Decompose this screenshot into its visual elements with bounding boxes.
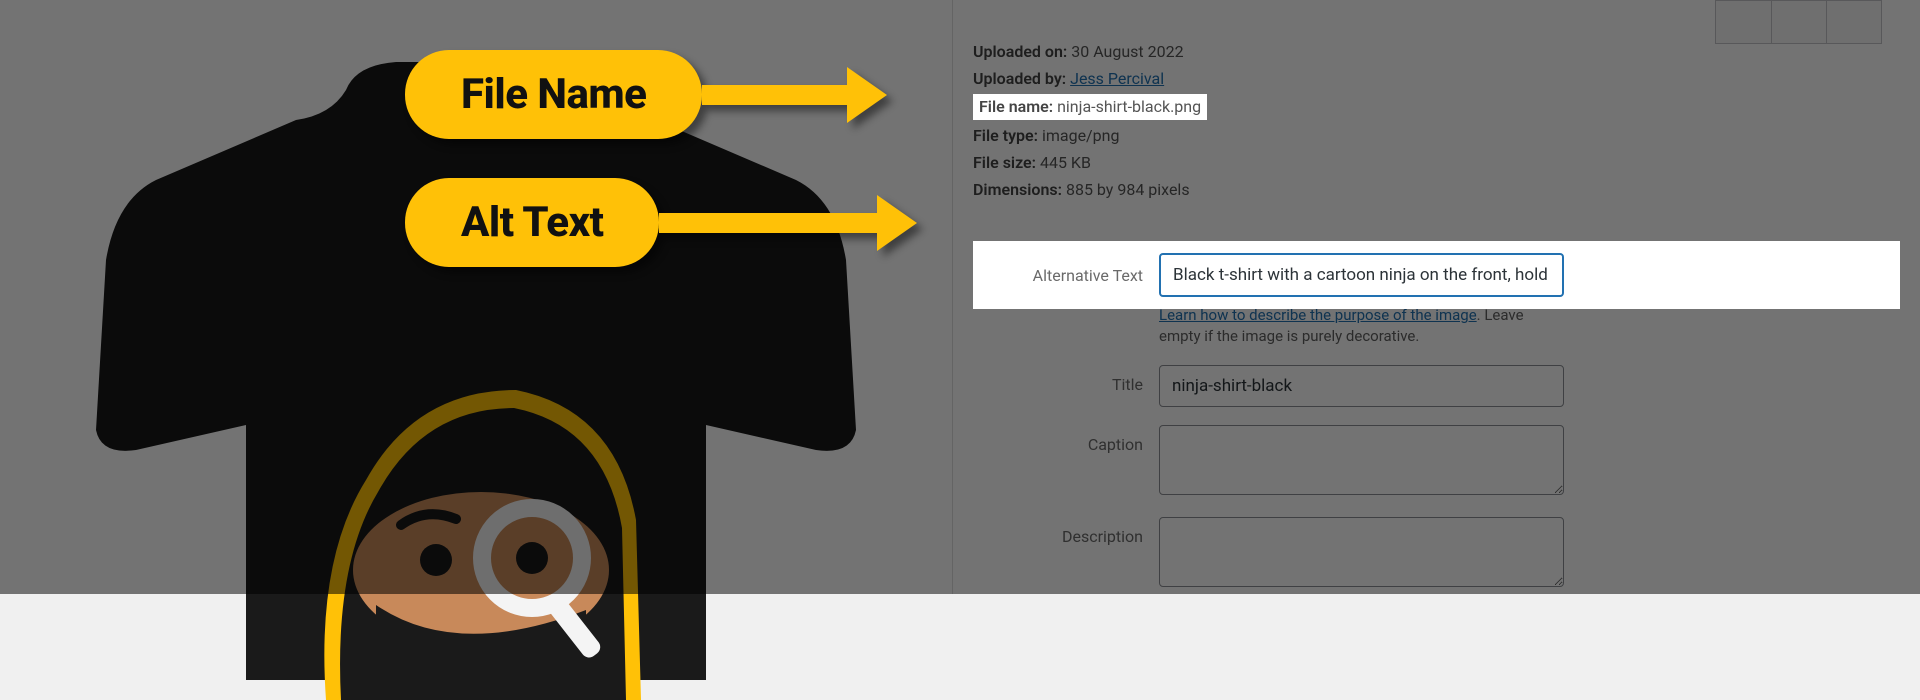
product-image-tshirt xyxy=(96,60,856,680)
alt-text-row: Alternative Text xyxy=(973,241,1900,309)
alt-text-label: Alternative Text xyxy=(973,266,1143,285)
arrow-right-icon xyxy=(877,195,917,251)
file-type-label: File type: xyxy=(973,126,1038,145)
dimensions-label: Dimensions: xyxy=(973,180,1062,199)
uploaded-by-label: Uploaded by: xyxy=(973,69,1066,88)
uploaded-on-label: Uploaded on: xyxy=(973,42,1067,61)
title-row: Title xyxy=(973,365,1900,407)
uploaded-on-value: 30 August 2022 xyxy=(1071,42,1183,61)
title-label: Title xyxy=(973,365,1143,394)
attachment-details-panel: Uploaded on: 30 August 2022 Uploaded by:… xyxy=(0,0,1920,594)
callout-alt-text-label: Alt Text xyxy=(405,178,659,267)
caption-input[interactable] xyxy=(1159,425,1564,495)
description-row: Description xyxy=(973,517,1900,591)
caption-row: Caption xyxy=(973,425,1900,499)
file-type-value: image/png xyxy=(1042,126,1120,145)
dimensions-row: Dimensions: 885 by 984 pixels xyxy=(973,178,1900,201)
caption-label: Caption xyxy=(973,425,1143,454)
callout-file-name: File Name xyxy=(405,50,887,139)
title-input[interactable] xyxy=(1159,365,1564,407)
description-input[interactable] xyxy=(1159,517,1564,587)
file-name-label: File name: xyxy=(979,97,1053,116)
description-label: Description xyxy=(973,517,1143,546)
file-name-row: File name: ninja-shirt-black.png xyxy=(973,94,1900,119)
dimensions-value: 885 by 984 pixels xyxy=(1066,180,1190,199)
attachment-form: Alternative Text Learn how to describe t… xyxy=(973,241,1900,591)
file-size-row: File size: 445 KB xyxy=(973,151,1900,174)
uploaded-by-link[interactable]: Jess Percival xyxy=(1070,69,1164,88)
uploaded-by-row: Uploaded by: Jess Percival xyxy=(973,67,1900,90)
callout-alt-text: Alt Text xyxy=(405,178,917,267)
file-size-label: File size: xyxy=(973,153,1036,172)
file-type-row: File type: image/png xyxy=(973,124,1900,147)
ninja-graphic xyxy=(306,360,646,700)
callout-file-name-label: File Name xyxy=(405,50,702,139)
file-size-value: 445 KB xyxy=(1040,153,1091,172)
alt-text-hint: Learn how to describe the purpose of the… xyxy=(1159,305,1564,347)
attachment-details-sidebar: Uploaded on: 30 August 2022 Uploaded by:… xyxy=(952,0,1920,594)
uploaded-on-row: Uploaded on: 30 August 2022 xyxy=(973,40,1900,63)
file-name-value: ninja-shirt-black.png xyxy=(1057,97,1201,116)
arrow-right-icon xyxy=(847,67,887,123)
alt-text-input[interactable] xyxy=(1159,253,1564,297)
